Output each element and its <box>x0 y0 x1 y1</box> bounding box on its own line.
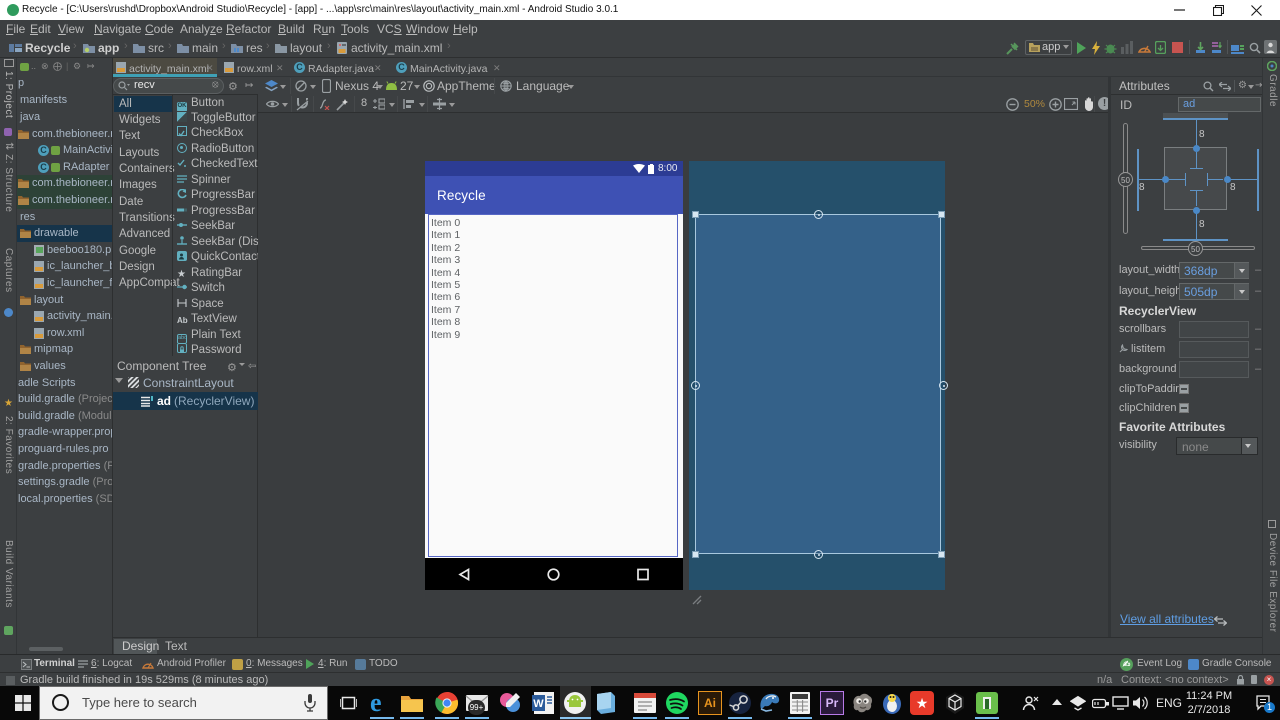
svg-text:W: W <box>533 698 544 710</box>
